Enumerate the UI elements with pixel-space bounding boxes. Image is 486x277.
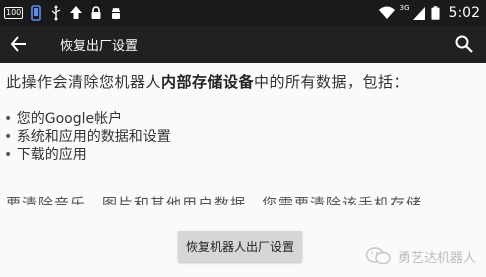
- arrow-back-icon[interactable]: [9, 34, 29, 54]
- android-icon: [112, 7, 121, 19]
- lock-icon: [91, 6, 101, 19]
- usb-icon: [51, 5, 61, 21]
- reset-description: 此操作会清除您机器人内部存储设备中的所有数据，包括：: [6, 71, 480, 92]
- phone-icon: [31, 5, 42, 21]
- status-bar-left-icons: 100: [4, 4, 123, 22]
- upload-icon: [70, 6, 83, 19]
- watermark-text: 勇艺达机器人: [397, 250, 476, 266]
- battery-percent-badge: 100: [4, 7, 24, 19]
- list-item: 您的Google帐户: [4, 110, 171, 128]
- status-bar: 100 3G 5:02: [0, 0, 486, 26]
- list-item: 系统和应用的数据和设置: [4, 128, 171, 146]
- description-bold-text: 内部存储设备: [161, 73, 255, 91]
- description-text-suffix: 中的所有数据，包括：: [254, 73, 410, 91]
- partially-hidden-text: 要清除音乐、图片和其他用户数据，您需要清除该手机存储: [6, 195, 423, 205]
- list-item: 下载的应用: [4, 146, 171, 164]
- factory-reset-button[interactable]: 恢复机器人出厂设置: [178, 231, 302, 262]
- search-icon[interactable]: [454, 34, 474, 54]
- watermark: 勇艺达机器人: [365, 246, 476, 266]
- battery-icon: [430, 6, 440, 20]
- status-bar-right-icons: 3G 5:02: [378, 4, 480, 22]
- page-title: 恢复出厂设置: [60, 39, 139, 54]
- clock: 5:02: [448, 5, 480, 21]
- description-text: 此操作会清除您机器人: [6, 73, 162, 91]
- data-list: 您的Google帐户 系统和应用的数据和设置 下载的应用: [4, 110, 171, 164]
- wechat-logo-icon: [365, 247, 391, 265]
- network-type: 3G: [399, 4, 410, 12]
- app-toolbar: 恢复出厂设置: [0, 26, 486, 63]
- wifi-icon: [378, 6, 395, 19]
- signal-icon: [412, 7, 425, 20]
